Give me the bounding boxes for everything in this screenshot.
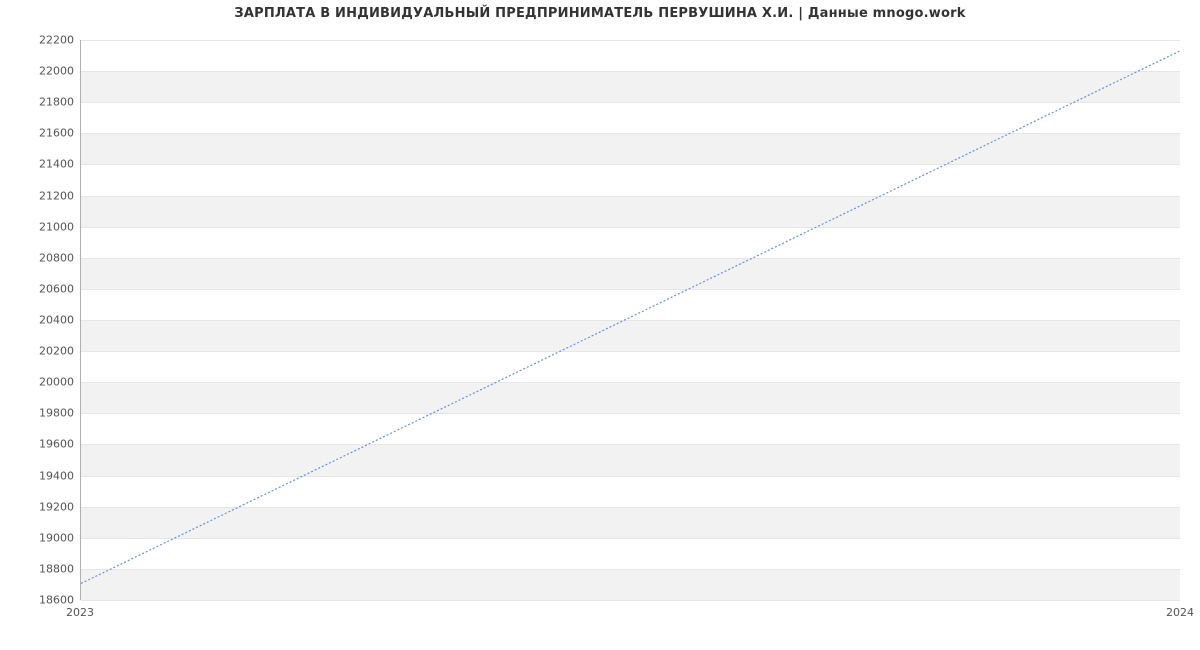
y-tick-label: 20800 — [14, 251, 74, 264]
y-tick-label: 19000 — [14, 531, 74, 544]
x-tick-label: 2024 — [1166, 606, 1194, 619]
y-tick-label: 20400 — [14, 314, 74, 327]
y-tick-label: 21400 — [14, 158, 74, 171]
y-tick-label: 22200 — [14, 34, 74, 47]
y-tick-label: 18600 — [14, 594, 74, 607]
y-tick-label: 22000 — [14, 65, 74, 78]
y-tick-label: 19400 — [14, 469, 74, 482]
y-tick-label: 21000 — [14, 220, 74, 233]
y-tick-label: 21800 — [14, 96, 74, 109]
y-tick-label: 20200 — [14, 345, 74, 358]
y-tick-label: 19200 — [14, 500, 74, 513]
y-tick-label: 18800 — [14, 562, 74, 575]
chart-title: ЗАРПЛАТА В ИНДИВИДУАЛЬНЫЙ ПРЕДПРИНИМАТЕЛ… — [0, 6, 1200, 21]
y-tick-label: 21200 — [14, 189, 74, 202]
y-tick-label: 20000 — [14, 376, 74, 389]
y-tick-label: 20600 — [14, 282, 74, 295]
line-layer — [81, 40, 1180, 599]
x-tick-label: 2023 — [66, 606, 94, 619]
y-tick-label: 21600 — [14, 127, 74, 140]
grid-line — [81, 600, 1180, 601]
series-line — [81, 51, 1180, 584]
chart-container: ЗАРПЛАТА В ИНДИВИДУАЛЬНЫЙ ПРЕДПРИНИМАТЕЛ… — [0, 0, 1200, 650]
y-tick-label: 19600 — [14, 438, 74, 451]
y-tick-label: 19800 — [14, 407, 74, 420]
plot-area — [80, 40, 1180, 600]
